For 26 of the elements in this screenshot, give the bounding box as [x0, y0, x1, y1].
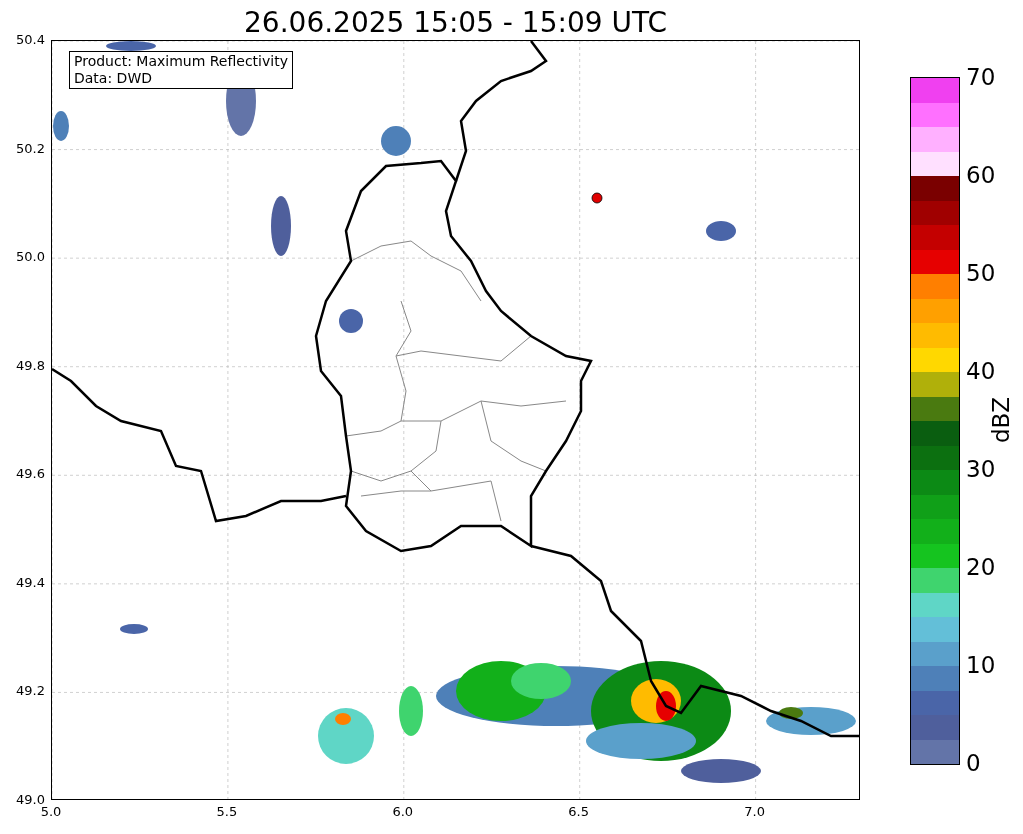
y-tick-label: 50.0: [16, 249, 45, 266]
y-tick-label: 49.2: [16, 683, 45, 700]
colorbar-label: dBZ: [988, 396, 1015, 444]
y-tick-label: 49.8: [16, 357, 45, 374]
x-tick-label: 5.0: [40, 804, 62, 820]
legend-text: Product: Maximum Reflectivity: [74, 53, 288, 70]
colorbar-tick-label: 30: [966, 456, 996, 482]
y-tick-label: 49.0: [16, 792, 45, 807]
chart-title: 26.06.2025 15:05 - 15:09 UTC: [244, 6, 667, 40]
y-tick-label: 50.4: [16, 32, 45, 48]
y-tick-label: 49.6: [16, 466, 45, 483]
colorbar-tick-label: 70: [966, 64, 996, 90]
x-tick-label: 7.0: [744, 804, 765, 820]
y-tick-label: 49.4: [16, 574, 45, 591]
colorbar-tick-label: 20: [966, 554, 996, 580]
x-tick-label: 6.5: [568, 804, 590, 820]
legend-text: Data: DWD: [74, 70, 153, 87]
y-tick-label: 50.2: [16, 140, 45, 157]
colorbar-tick-label: 10: [966, 652, 996, 678]
x-tick-label: 6.0: [392, 804, 414, 820]
colorbar-tick-label: 40: [966, 358, 996, 384]
colorbar-tick-label: 0: [966, 750, 981, 776]
colorbar-tick-label: 60: [966, 162, 996, 188]
x-tick-label: 5.5: [216, 804, 238, 820]
colorbar-tick-label: 50: [966, 260, 996, 286]
location-marker: [591, 192, 603, 204]
